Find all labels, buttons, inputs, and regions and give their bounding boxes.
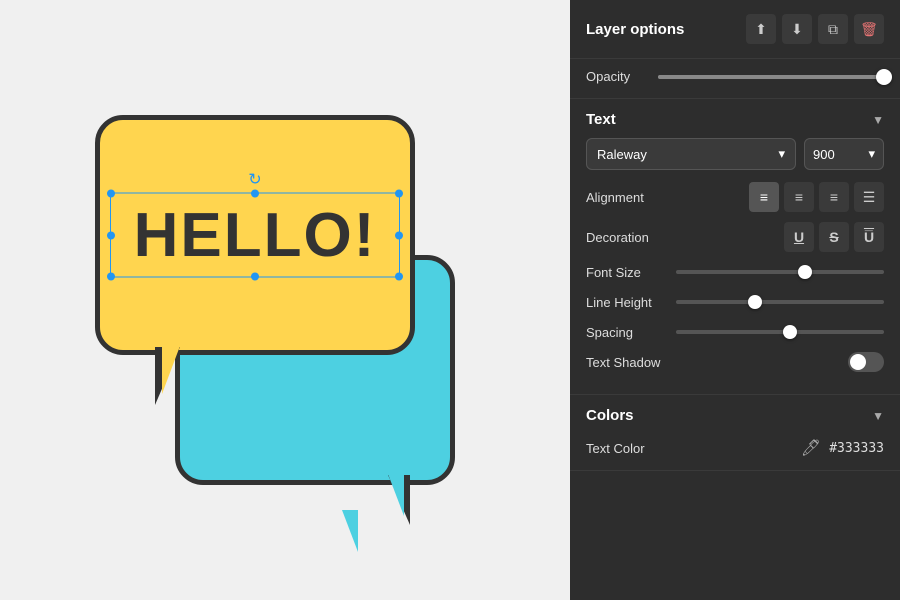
line-height-label: Line Height <box>586 295 676 310</box>
rotate-handle[interactable]: ↻ <box>247 172 263 188</box>
handle-bottom-right[interactable] <box>395 273 403 281</box>
text-section-chevron[interactable]: ▼ <box>872 113 884 127</box>
hello-text: HELLO! <box>134 200 377 271</box>
text-color-row: Text Color 🖊 #333333 <box>586 434 884 458</box>
spacing-row: Spacing <box>586 322 884 342</box>
overline-button[interactable]: U̅ <box>854 222 884 252</box>
font-family-value: Raleway <box>597 147 647 162</box>
text-section-title: Text <box>586 111 616 128</box>
opacity-slider[interactable] <box>658 75 884 79</box>
colors-section-chevron[interactable]: ▼ <box>872 409 884 423</box>
bubble-yellow-tail <box>162 346 180 394</box>
color-value-group: 🖊 #333333 <box>801 438 884 458</box>
font-size-row: Font Size <box>586 262 884 282</box>
font-weight-chevron: ▾ <box>868 146 875 162</box>
alignment-row: Alignment ≡ ≡ ≡ ☰ <box>586 182 884 212</box>
colors-section-title: Colors <box>586 407 634 424</box>
line-height-row: Line Height <box>586 292 884 312</box>
text-shadow-row: Text Shadow <box>586 352 884 372</box>
opacity-label: Opacity <box>586 69 646 84</box>
layer-options-bar: Layer options ⬆ ⬇ ⧉ 🗑 <box>570 0 900 59</box>
right-panel: Layer options ⬆ ⬇ ⧉ 🗑 Opacity Text ▼ Ral… <box>570 0 900 600</box>
layer-icons: ⬆ ⬇ ⧉ 🗑 <box>746 14 884 44</box>
align-top-button[interactable]: ⬆ <box>746 14 776 44</box>
text-shadow-toggle[interactable] <box>848 352 884 372</box>
spacing-slider[interactable] <box>676 322 884 342</box>
handle-top-left[interactable] <box>107 190 115 198</box>
eyedropper-button[interactable]: 🖊 <box>801 438 821 458</box>
font-size-label: Font Size <box>586 265 676 280</box>
strikethrough-button[interactable]: S <box>819 222 849 252</box>
font-weight-dropdown[interactable]: 900 ▾ <box>804 138 884 170</box>
text-color-label: Text Color <box>586 441 645 456</box>
artwork-group[interactable]: HELLO! ↻ <box>95 115 475 485</box>
opacity-row: Opacity <box>570 59 900 99</box>
decoration-icons: U S U̅ <box>784 222 884 252</box>
handle-middle-right[interactable] <box>395 231 403 239</box>
font-size-slider[interactable] <box>676 262 884 282</box>
decoration-label: Decoration <box>586 230 676 245</box>
line-height-slider[interactable] <box>676 292 884 312</box>
handle-middle-left[interactable] <box>107 231 115 239</box>
align-bottom-button[interactable]: ⬇ <box>782 14 812 44</box>
text-section-header: Text ▼ <box>586 111 884 128</box>
layer-options-title: Layer options <box>586 21 684 38</box>
colors-section: Colors ▼ Text Color 🖊 #333333 <box>570 395 900 471</box>
align-center-button[interactable]: ≡ <box>784 182 814 212</box>
decoration-row: Decoration U S U̅ <box>586 222 884 252</box>
handle-bottom-left[interactable] <box>107 273 115 281</box>
colors-section-header: Colors ▼ <box>586 407 884 424</box>
justify-button[interactable]: ☰ <box>854 182 884 212</box>
spacing-label: Spacing <box>586 325 676 340</box>
font-family-chevron: ▾ <box>778 146 785 162</box>
toggle-knob <box>850 354 866 370</box>
text-shadow-label: Text Shadow <box>586 355 676 370</box>
handle-bottom-center[interactable] <box>251 273 259 281</box>
bubble-blue-tail <box>388 474 404 516</box>
font-row: Raleway ▾ 900 ▾ <box>586 138 884 170</box>
handle-top-right[interactable] <box>395 190 403 198</box>
font-weight-value: 900 <box>813 147 835 162</box>
canvas: HELLO! ↻ <box>0 0 570 600</box>
align-right-button[interactable]: ≡ <box>819 182 849 212</box>
duplicate-button[interactable]: ⧉ <box>818 14 848 44</box>
alignment-label: Alignment <box>586 190 676 205</box>
bubble-yellow[interactable]: HELLO! ↻ <box>95 115 415 355</box>
text-section: Text ▼ Raleway ▾ 900 ▾ Alignment ≡ ≡ ≡ ☰ <box>570 99 900 395</box>
delete-button[interactable]: 🗑 <box>854 14 884 44</box>
alignment-icons: ≡ ≡ ≡ ☰ <box>749 182 884 212</box>
handle-top-center[interactable] <box>251 190 259 198</box>
align-left-button[interactable]: ≡ <box>749 182 779 212</box>
font-family-dropdown[interactable]: Raleway ▾ <box>586 138 796 170</box>
text-color-hex: #333333 <box>829 441 884 456</box>
underline-button[interactable]: U <box>784 222 814 252</box>
